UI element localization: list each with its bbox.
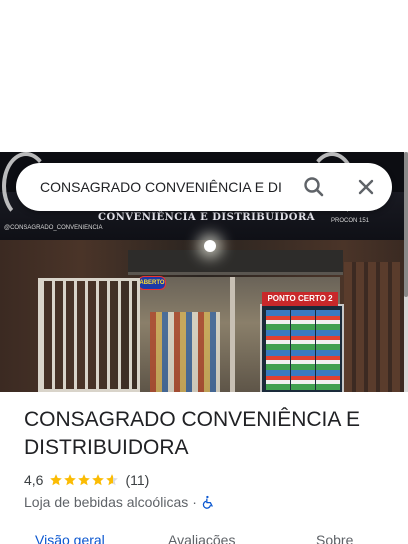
search-bar[interactable] bbox=[16, 163, 392, 211]
star-half-icon bbox=[106, 474, 119, 486]
top-blank-area bbox=[0, 0, 408, 152]
place-category[interactable]: Loja de bebidas alcoólicas bbox=[24, 494, 188, 510]
fridge-sign-text: PONTO CERTO 2 bbox=[262, 292, 338, 306]
search-button[interactable] bbox=[300, 173, 328, 201]
rating-stars bbox=[49, 473, 119, 487]
rating-row[interactable]: 4,6 (11) bbox=[24, 471, 149, 489]
star-icon bbox=[78, 474, 91, 486]
sign-procon-text: PROCON 151 bbox=[331, 218, 370, 224]
star-icon bbox=[64, 474, 77, 486]
sign-instagram-text: @CONSAGRADO_CONVENIENCIA bbox=[4, 225, 103, 231]
category-row: Loja de bebidas alcoólicas · bbox=[24, 493, 215, 511]
wheelchair-icon[interactable] bbox=[201, 495, 215, 509]
tab-reviews[interactable]: Avaliações bbox=[168, 532, 235, 544]
rating-value: 4,6 bbox=[24, 472, 44, 488]
separator-dot: · bbox=[192, 494, 197, 510]
star-icon bbox=[50, 474, 63, 486]
store-shelf bbox=[150, 312, 220, 392]
tab-bar: Visão geral Avaliações Sobre bbox=[0, 526, 404, 544]
scrollbar-thumb[interactable] bbox=[404, 152, 408, 297]
close-icon bbox=[358, 179, 374, 195]
tab-about[interactable]: Sobre bbox=[316, 532, 353, 544]
close-button[interactable] bbox=[352, 173, 380, 201]
place-title: CONSAGRADO CONVENIÊNCIA E DISTRIBUIDORA bbox=[24, 408, 361, 459]
store-right-wall bbox=[344, 262, 404, 392]
search-input[interactable] bbox=[40, 177, 300, 197]
store-lamp bbox=[204, 240, 216, 252]
open-sign: ABERTO bbox=[138, 276, 166, 290]
tab-overview[interactable]: Visão geral bbox=[35, 532, 105, 544]
reviews-count[interactable]: (11) bbox=[125, 472, 149, 488]
store-gate bbox=[38, 278, 140, 392]
star-icon bbox=[92, 474, 105, 486]
store-pole bbox=[230, 277, 235, 392]
drinks-fridge bbox=[260, 304, 344, 392]
store-awning bbox=[128, 250, 343, 275]
search-icon bbox=[304, 177, 324, 197]
sign-main-text: CONVENIÊNCIA E DISTRIBUIDORA bbox=[98, 212, 316, 223]
